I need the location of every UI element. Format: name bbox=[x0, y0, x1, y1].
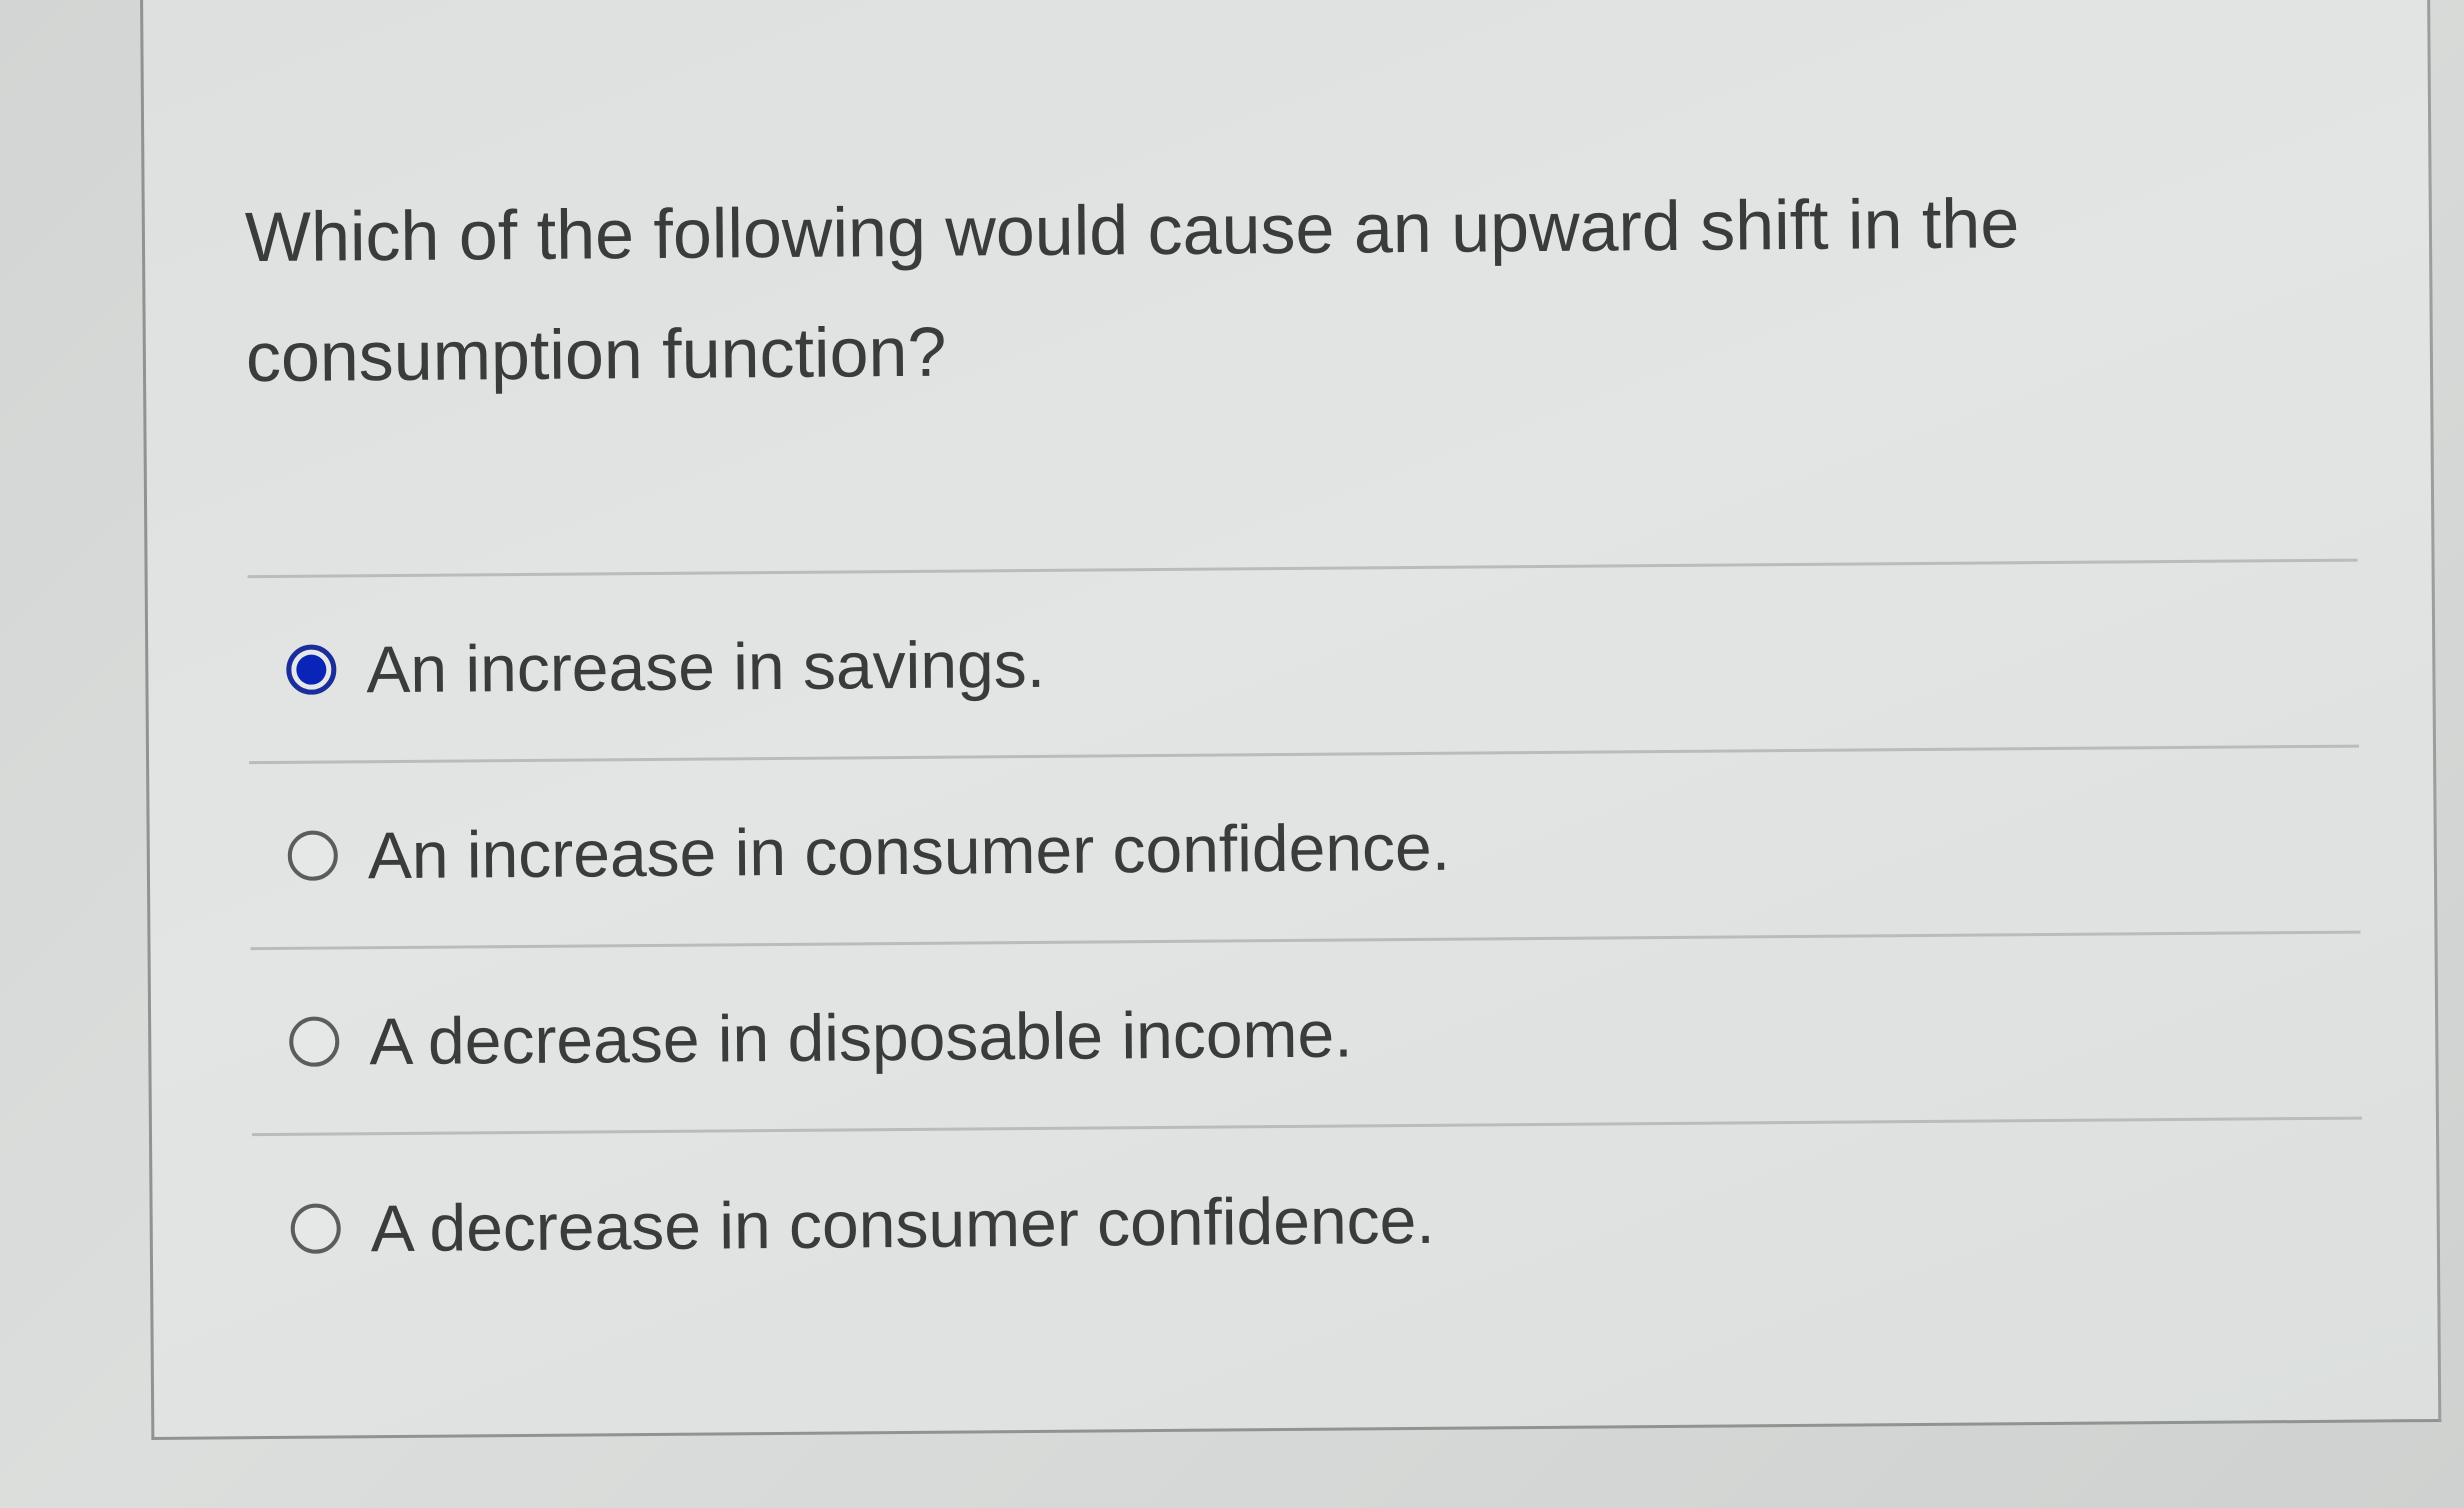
answer-option-label: A decrease in disposable income. bbox=[368, 996, 1353, 1078]
answer-option-label: An increase in consumer confidence. bbox=[367, 809, 1451, 892]
answer-option-label: A decrease in consumer confidence. bbox=[370, 1182, 1435, 1266]
answer-option-label: An increase in savings. bbox=[366, 626, 1046, 706]
answer-option-2[interactable]: An increase in consumer confidence. bbox=[249, 747, 2361, 951]
question-panel: Which of the following would cause an up… bbox=[140, 0, 2442, 1440]
screen-background: Which of the following would cause an up… bbox=[0, 0, 2464, 1508]
answer-options: An increase in savings. An increase in c… bbox=[247, 558, 2364, 1323]
answer-option-3[interactable]: A decrease in disposable income. bbox=[250, 933, 2362, 1137]
radio-button-selected-icon[interactable] bbox=[286, 643, 337, 695]
question-text: Which of the following would cause an up… bbox=[244, 184, 2020, 397]
answer-option-1[interactable]: An increase in savings. bbox=[247, 561, 2360, 765]
answer-option-4[interactable]: A decrease in consumer confidence. bbox=[252, 1120, 2363, 1323]
radio-button-icon[interactable] bbox=[287, 829, 338, 881]
radio-button-icon[interactable] bbox=[290, 1203, 341, 1254]
radio-button-icon[interactable] bbox=[289, 1015, 340, 1067]
